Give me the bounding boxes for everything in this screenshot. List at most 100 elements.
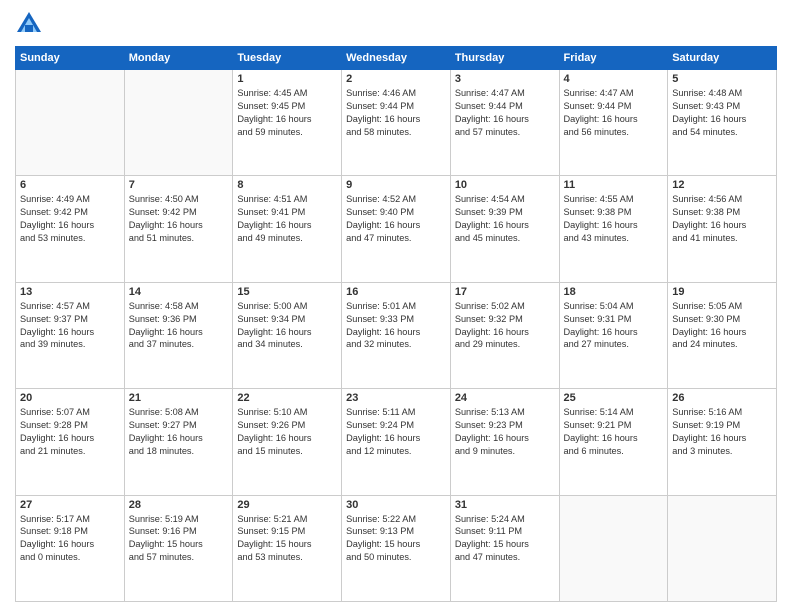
day-info: Sunrise: 4:51 AM Sunset: 9:41 PM Dayligh… xyxy=(237,193,337,245)
day-info: Sunrise: 4:52 AM Sunset: 9:40 PM Dayligh… xyxy=(346,193,446,245)
day-number: 1 xyxy=(237,73,337,85)
day-number: 8 xyxy=(237,179,337,191)
day-number: 20 xyxy=(20,392,120,404)
day-info: Sunrise: 5:17 AM Sunset: 9:18 PM Dayligh… xyxy=(20,513,120,565)
day-number: 2 xyxy=(346,73,446,85)
calendar-cell: 15 Sunrise: 5:00 AM Sunset: 9:34 PM Dayli… xyxy=(233,282,342,388)
day-info: Sunrise: 5:16 AM Sunset: 9:19 PM Dayligh… xyxy=(672,406,772,458)
calendar-cell: 20 Sunrise: 5:07 AM Sunset: 9:28 PM Dayli… xyxy=(16,389,125,495)
day-info: Sunrise: 4:56 AM Sunset: 9:38 PM Dayligh… xyxy=(672,193,772,245)
weekday-header-tuesday: Tuesday xyxy=(233,47,342,70)
calendar-week-1: 1 Sunrise: 4:45 AM Sunset: 9:45 PM Daylig… xyxy=(16,70,777,176)
day-number: 11 xyxy=(564,179,664,191)
calendar-cell: 7 Sunrise: 4:50 AM Sunset: 9:42 PM Daylig… xyxy=(124,176,233,282)
day-number: 5 xyxy=(672,73,772,85)
day-info: Sunrise: 5:00 AM Sunset: 9:34 PM Dayligh… xyxy=(237,300,337,352)
day-number: 22 xyxy=(237,392,337,404)
day-number: 16 xyxy=(346,286,446,298)
day-info: Sunrise: 4:48 AM Sunset: 9:43 PM Dayligh… xyxy=(672,87,772,139)
day-info: Sunrise: 4:46 AM Sunset: 9:44 PM Dayligh… xyxy=(346,87,446,139)
calendar-cell: 30Sunrise: 5:22 AM Sunset: 9:13 PM Dayli… xyxy=(342,495,451,601)
day-info: Sunrise: 4:55 AM Sunset: 9:38 PM Dayligh… xyxy=(564,193,664,245)
calendar-cell: 31Sunrise: 5:24 AM Sunset: 9:11 PM Dayli… xyxy=(450,495,559,601)
calendar-cell: 16Sunrise: 5:01 AM Sunset: 9:33 PM Dayli… xyxy=(342,282,451,388)
day-info: Sunrise: 4:58 AM Sunset: 9:36 PM Dayligh… xyxy=(129,300,229,352)
calendar-cell: 27 Sunrise: 5:17 AM Sunset: 9:18 PM Dayli… xyxy=(16,495,125,601)
calendar-cell: 1 Sunrise: 4:45 AM Sunset: 9:45 PM Daylig… xyxy=(233,70,342,176)
header xyxy=(15,10,777,38)
day-number: 30 xyxy=(346,499,446,511)
calendar-week-5: 27 Sunrise: 5:17 AM Sunset: 9:18 PM Dayli… xyxy=(16,495,777,601)
day-info: Sunrise: 4:47 AM Sunset: 9:44 PM Dayligh… xyxy=(564,87,664,139)
calendar-cell: 14 Sunrise: 4:58 AM Sunset: 9:36 PM Dayli… xyxy=(124,282,233,388)
calendar-cell: 21 Sunrise: 5:08 AM Sunset: 9:27 PM Dayli… xyxy=(124,389,233,495)
calendar-cell: 23Sunrise: 5:11 AM Sunset: 9:24 PM Dayli… xyxy=(342,389,451,495)
day-number: 25 xyxy=(564,392,664,404)
day-number: 3 xyxy=(455,73,555,85)
day-number: 21 xyxy=(129,392,229,404)
logo xyxy=(15,10,46,38)
calendar-cell: 12 Sunrise: 4:56 AM Sunset: 9:38 PM Dayli… xyxy=(668,176,777,282)
day-info: Sunrise: 5:14 AM Sunset: 9:21 PM Dayligh… xyxy=(564,406,664,458)
day-info: Sunrise: 5:04 AM Sunset: 9:31 PM Dayligh… xyxy=(564,300,664,352)
day-number: 18 xyxy=(564,286,664,298)
day-number: 7 xyxy=(129,179,229,191)
calendar-cell: 4 Sunrise: 4:47 AM Sunset: 9:44 PM Daylig… xyxy=(559,70,668,176)
day-number: 17 xyxy=(455,286,555,298)
weekday-header-row: SundayMondayTuesdayWednesdayThursdayFrid… xyxy=(16,47,777,70)
logo-icon xyxy=(15,10,43,38)
weekday-header-monday: Monday xyxy=(124,47,233,70)
day-info: Sunrise: 5:02 AM Sunset: 9:32 PM Dayligh… xyxy=(455,300,555,352)
calendar-cell: 26Sunrise: 5:16 AM Sunset: 9:19 PM Dayli… xyxy=(668,389,777,495)
day-number: 23 xyxy=(346,392,446,404)
day-info: Sunrise: 5:08 AM Sunset: 9:27 PM Dayligh… xyxy=(129,406,229,458)
day-info: Sunrise: 4:49 AM Sunset: 9:42 PM Dayligh… xyxy=(20,193,120,245)
calendar-week-4: 20 Sunrise: 5:07 AM Sunset: 9:28 PM Dayli… xyxy=(16,389,777,495)
day-info: Sunrise: 5:07 AM Sunset: 9:28 PM Dayligh… xyxy=(20,406,120,458)
calendar-cell xyxy=(124,70,233,176)
weekday-header-saturday: Saturday xyxy=(668,47,777,70)
weekday-header-thursday: Thursday xyxy=(450,47,559,70)
calendar-week-2: 6Sunrise: 4:49 AM Sunset: 9:42 PM Daylig… xyxy=(16,176,777,282)
day-number: 10 xyxy=(455,179,555,191)
calendar-cell xyxy=(668,495,777,601)
day-info: Sunrise: 5:21 AM Sunset: 9:15 PM Dayligh… xyxy=(237,513,337,565)
calendar-week-3: 13 Sunrise: 4:57 AM Sunset: 9:37 PM Dayli… xyxy=(16,282,777,388)
day-number: 29 xyxy=(237,499,337,511)
day-info: Sunrise: 4:50 AM Sunset: 9:42 PM Dayligh… xyxy=(129,193,229,245)
weekday-header-friday: Friday xyxy=(559,47,668,70)
calendar-cell: 11 Sunrise: 4:55 AM Sunset: 9:38 PM Dayli… xyxy=(559,176,668,282)
calendar-cell: 22 Sunrise: 5:10 AM Sunset: 9:26 PM Dayli… xyxy=(233,389,342,495)
day-number: 9 xyxy=(346,179,446,191)
calendar-cell: 25 Sunrise: 5:14 AM Sunset: 9:21 PM Dayli… xyxy=(559,389,668,495)
calendar-cell: 28Sunrise: 5:19 AM Sunset: 9:16 PM Dayli… xyxy=(124,495,233,601)
weekday-header-wednesday: Wednesday xyxy=(342,47,451,70)
calendar-cell: 13 Sunrise: 4:57 AM Sunset: 9:37 PM Dayli… xyxy=(16,282,125,388)
day-number: 31 xyxy=(455,499,555,511)
calendar-cell: 5 Sunrise: 4:48 AM Sunset: 9:43 PM Daylig… xyxy=(668,70,777,176)
day-info: Sunrise: 5:10 AM Sunset: 9:26 PM Dayligh… xyxy=(237,406,337,458)
day-number: 14 xyxy=(129,286,229,298)
day-info: Sunrise: 5:13 AM Sunset: 9:23 PM Dayligh… xyxy=(455,406,555,458)
day-info: Sunrise: 4:45 AM Sunset: 9:45 PM Dayligh… xyxy=(237,87,337,139)
calendar-cell: 19 Sunrise: 5:05 AM Sunset: 9:30 PM Dayli… xyxy=(668,282,777,388)
calendar-cell xyxy=(16,70,125,176)
day-number: 19 xyxy=(672,286,772,298)
calendar-cell: 8 Sunrise: 4:51 AM Sunset: 9:41 PM Daylig… xyxy=(233,176,342,282)
calendar-cell: 3Sunrise: 4:47 AM Sunset: 9:44 PM Daylig… xyxy=(450,70,559,176)
calendar-cell: 10 Sunrise: 4:54 AM Sunset: 9:39 PM Dayli… xyxy=(450,176,559,282)
calendar-cell: 29 Sunrise: 5:21 AM Sunset: 9:15 PM Dayli… xyxy=(233,495,342,601)
calendar-cell xyxy=(559,495,668,601)
day-info: Sunrise: 4:54 AM Sunset: 9:39 PM Dayligh… xyxy=(455,193,555,245)
day-number: 12 xyxy=(672,179,772,191)
day-number: 28 xyxy=(129,499,229,511)
day-info: Sunrise: 5:05 AM Sunset: 9:30 PM Dayligh… xyxy=(672,300,772,352)
page: SundayMondayTuesdayWednesdayThursdayFrid… xyxy=(0,0,792,612)
day-number: 4 xyxy=(564,73,664,85)
weekday-header-sunday: Sunday xyxy=(16,47,125,70)
calendar-cell: 9 Sunrise: 4:52 AM Sunset: 9:40 PM Daylig… xyxy=(342,176,451,282)
day-number: 13 xyxy=(20,286,120,298)
day-number: 15 xyxy=(237,286,337,298)
day-number: 27 xyxy=(20,499,120,511)
day-info: Sunrise: 4:57 AM Sunset: 9:37 PM Dayligh… xyxy=(20,300,120,352)
